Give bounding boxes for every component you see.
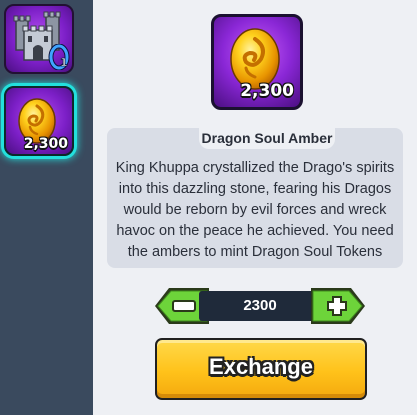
quantity-field[interactable]: 2300 — [199, 291, 321, 321]
minus-icon — [172, 300, 196, 312]
ring-badge-icon: 1 — [48, 44, 70, 70]
ring-badge-number: 1 — [60, 56, 68, 69]
item-description: King Khuppa crystallized the Drago's spi… — [115, 160, 395, 260]
exchange-button[interactable]: Exchange — [155, 338, 367, 400]
item-detail-icon: 2,300 — [211, 14, 303, 110]
quantity-stepper: 2300 — [153, 286, 367, 326]
item-detail-quantity: 2,300 — [240, 81, 294, 101]
exchange-button-label: Exchange — [209, 354, 313, 379]
item-name: Dragon Soul Amber — [199, 127, 335, 149]
increase-button[interactable] — [311, 286, 367, 326]
sidebar-item-dragon-soul-amber[interactable]: 2,300 — [4, 86, 74, 156]
item-sidebar: 1 2,300 — [0, 0, 93, 415]
item-info-card: Dragon Soul Amber King Khuppa crystalliz… — [107, 127, 403, 268]
item-detail-panel: 2,300 Dragon Soul Amber King Khuppa crys… — [93, 0, 417, 415]
sidebar-item-quantity: 2,300 — [23, 136, 68, 152]
sidebar-item-castle-ticket[interactable]: 1 — [4, 4, 74, 74]
